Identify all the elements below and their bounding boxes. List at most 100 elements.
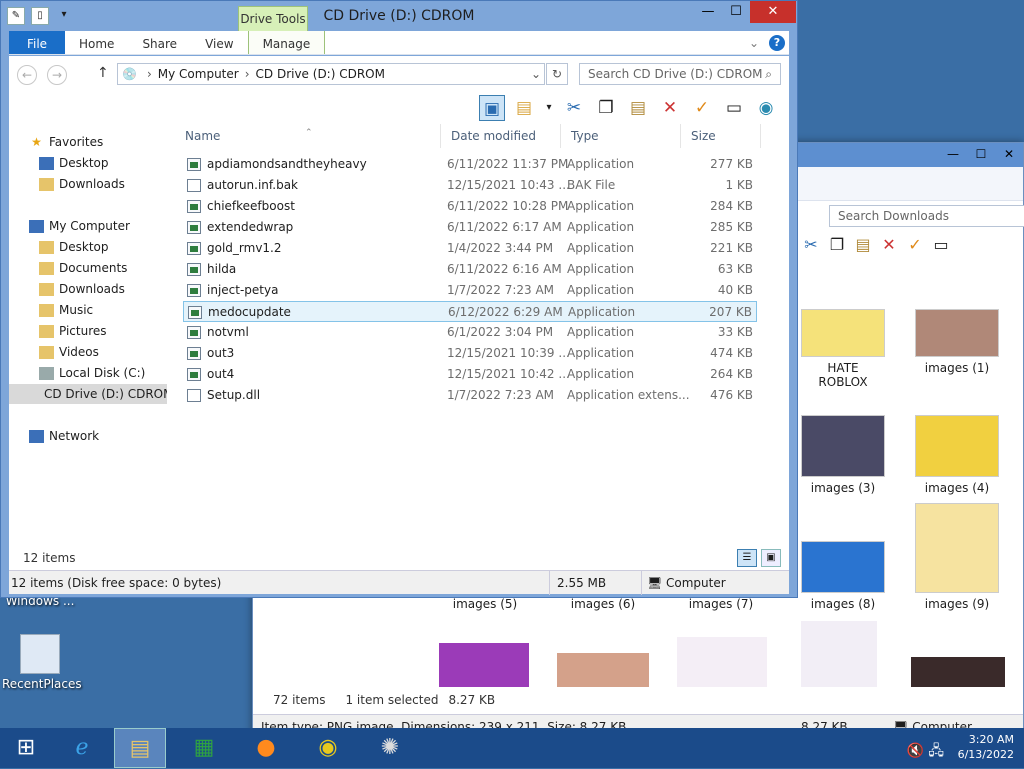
thumbnail[interactable]: images (1) [909,309,1005,375]
maximize-button[interactable]: ☐ [967,145,995,163]
thumbnail[interactable]: images (9) [909,503,1005,611]
close-button[interactable]: ✕ [995,145,1023,163]
search-input[interactable]: Search CD Drive (D:) CDROM ⌕ [579,63,781,85]
tab-manage[interactable]: Manage [247,31,326,54]
thumbnail[interactable]: images (4) [909,415,1005,495]
file-row[interactable]: Setup.dll 1/7/2022 7:23 AM Application ext… [183,385,757,406]
maximize-button[interactable]: ☐ [722,1,750,23]
internet-explorer-icon[interactable]: ℯ [56,728,108,768]
column-header-size[interactable]: Size [681,124,761,148]
file-row[interactable]: extendedwrap 6/11/2022 6:17 AM Application… [183,217,757,238]
close-button[interactable]: ✕ [750,1,796,23]
minimize-button[interactable]: — [939,145,967,163]
clock[interactable]: 3:20 AM 6/13/2022 [958,732,1014,762]
nav-fav-downloads[interactable]: Downloads [39,174,125,194]
address-input[interactable]: 💿 › My Computer › CD Drive (D:) CDROM ⌄ [117,63,545,85]
tab-view[interactable]: View [191,31,247,54]
image-thumbnail[interactable] [677,637,767,687]
breadcrumb-cd-drive[interactable]: CD Drive (D:) CDROM [256,67,385,81]
volume-muted-icon[interactable]: 🔇 [906,743,923,759]
image-thumbnail[interactable] [557,653,649,687]
file-row[interactable]: autorun.inf.bak 12/15/2021 10:43 ... BAK F… [183,175,757,196]
file-row[interactable]: gold_rmv1.2 1/4/2022 3:44 PM Application 22… [183,238,757,259]
app-icon[interactable]: ✺ [364,728,416,768]
refresh-button[interactable]: ↻ [546,63,568,85]
cd-drive-window[interactable]: ✎ ▯ ▾ Drive Tools CD Drive (D:) CDROM — … [0,0,798,598]
file-row-selected[interactable]: medocupdate 6/12/2022 6:29 AM Application 2… [183,301,757,322]
tab-file[interactable]: File [9,31,65,54]
thumbnail[interactable]: images (8) [801,541,885,611]
file-row[interactable]: out3 12/15/2021 10:39 ... Application 474 K… [183,343,757,364]
delete-icon[interactable]: ✕ [657,95,683,121]
minimize-button[interactable]: — [694,1,722,23]
large-icons-view-icon[interactable]: ▣ [761,549,781,567]
thumbnail[interactable]: HATE ROBLOX [801,309,885,389]
file-row[interactable]: chiefkeefboost 6/11/2022 10:28 PM Applicat… [183,196,757,217]
help-icon[interactable]: ? [769,34,785,51]
forward-button[interactable]: → [47,65,67,85]
file-row[interactable]: hilda 6/11/2022 6:16 AM Application 63 KB [183,259,757,280]
nav-videos[interactable]: Videos [39,342,99,362]
image-thumbnail[interactable] [801,621,877,687]
firefox-icon[interactable]: ● [240,728,292,768]
nav-local-disk[interactable]: Local Disk (C:) [39,363,145,383]
copy-icon[interactable]: ❐ [593,95,619,121]
cut-icon[interactable]: ✂ [561,95,587,121]
preview-pane-icon[interactable]: ▣ [479,95,505,121]
details-view-icon[interactable]: ☰ [737,549,757,567]
chevron-down-icon[interactable]: ⌄ [528,67,544,81]
nav-cd-drive[interactable]: CD Drive (D:) CDROM [9,384,167,404]
file-explorer-icon[interactable]: ▤ [114,728,166,768]
nav-fav-desktop[interactable]: Desktop [39,153,109,173]
thumbnail[interactable]: images (7) [679,597,763,611]
image-thumbnail[interactable] [439,643,529,687]
chrome-icon[interactable]: ◉ [302,728,354,768]
downloads-search-input[interactable]: Search Downloads [829,205,1024,227]
file-row[interactable]: notvml 6/1/2022 3:04 PM Application 33 KB [183,322,757,343]
file-row[interactable]: apdiamondsandtheyheavy 6/11/2022 11:37 PM… [183,154,757,175]
nav-music[interactable]: Music [39,300,93,320]
chevron-down-icon[interactable]: ▾ [543,95,555,121]
nav-network[interactable]: Network [29,426,99,446]
nav-label: Network [49,429,100,443]
cut-icon[interactable]: ✂ [801,235,821,255]
title-bar[interactable]: ✎ ▯ ▾ Drive Tools CD Drive (D:) CDROM — … [1,1,797,32]
column-header-date[interactable]: Date modified [441,124,561,148]
drive-icon: 💿 [122,67,137,81]
thumbnail[interactable]: images (5) [443,597,527,611]
nav-pictures[interactable]: Pictures [39,321,107,341]
thumbnail[interactable]: images (3) [801,415,885,495]
folder-options-icon[interactable]: ▤ [511,95,537,121]
ribbon-expand-icon[interactable]: ⌄ [749,36,759,50]
paste-icon[interactable]: ▤ [625,95,651,121]
image-thumbnail[interactable] [911,657,1005,687]
properties-icon[interactable]: ▭ [721,95,747,121]
internet-icon[interactable]: ◉ [753,95,779,121]
start-button[interactable]: ⊞ [0,728,52,768]
nav-my-computer[interactable]: My Computer [29,216,130,236]
nav-favorites[interactable]: ★ Favorites [29,132,103,152]
up-button[interactable]: ↑ [97,65,109,81]
breadcrumb-my-computer[interactable]: My Computer [158,67,239,81]
network-tray-icon[interactable]: 🖧 [928,743,944,759]
tab-home[interactable]: Home [65,31,128,54]
thumbnail[interactable]: images (6) [561,597,645,611]
store-icon[interactable]: ▦ [178,728,230,768]
column-header-name[interactable]: ⌃ Name [175,124,441,148]
file-row[interactable]: out4 12/15/2021 10:42 ... Application 264 K… [183,364,757,385]
rename-icon[interactable]: ✓ [689,95,715,121]
delete-icon[interactable]: ✕ [879,235,899,255]
paste-icon[interactable]: ▤ [853,235,873,255]
rename-icon[interactable]: ✓ [905,235,925,255]
file-row[interactable]: inject-petya 1/7/2022 7:23 AM Application 4… [183,280,757,301]
nav-label: Desktop [59,240,109,254]
back-button[interactable]: ← [17,65,37,85]
column-header-type[interactable]: Type [561,124,681,148]
desktop-icon-recentplaces[interactable]: RecentPlaces [2,634,82,691]
copy-icon[interactable]: ❐ [827,235,847,255]
nav-documents[interactable]: Documents [39,258,127,278]
tab-share[interactable]: Share [128,31,191,54]
nav-downloads[interactable]: Downloads [39,279,125,299]
nav-desktop[interactable]: Desktop [39,237,109,257]
properties-icon[interactable]: ▭ [931,235,951,255]
